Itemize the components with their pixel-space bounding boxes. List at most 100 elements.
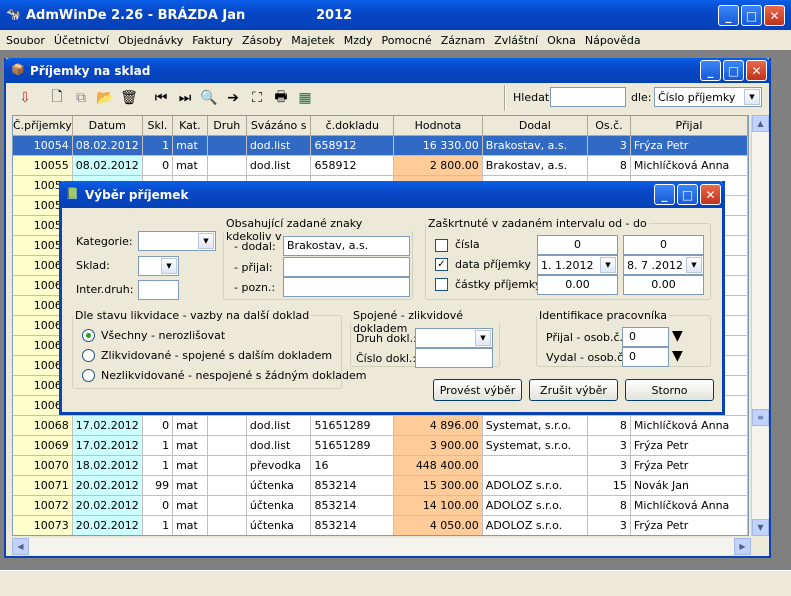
maximize-button[interactable]: □	[741, 5, 762, 26]
apply-filter-button[interactable]: Provést výběr	[433, 379, 522, 401]
col-header[interactable]: Přijal	[630, 116, 748, 136]
cisla-from-input[interactable]: 0	[537, 235, 618, 255]
cisla-to-input[interactable]: 0	[623, 235, 704, 255]
child-close-button[interactable]: ✕	[746, 60, 767, 81]
data-checkbox[interactable]: ✓	[435, 258, 448, 271]
scroll-right-icon[interactable]: ▶	[734, 538, 751, 555]
table-row[interactable]: 10071 20.02.2012 99 mat účtenka 853214 15 300.…	[13, 475, 748, 496]
dialog-close-button[interactable]: ✕	[700, 184, 721, 205]
table-row[interactable]: 10055 08.02.2012 0 mat dod.list 658912 2 800.0…	[13, 155, 748, 176]
vydal-os-label: Vydal - osob.č.:	[546, 351, 631, 364]
scroll-left-icon[interactable]: ◀	[12, 538, 29, 555]
vydal-os-input[interactable]: 0	[622, 347, 669, 367]
chevron-down-icon[interactable]: ▼	[161, 258, 177, 274]
search-icon[interactable]: 🔍	[198, 87, 220, 109]
child-minimize-button[interactable]: _	[700, 60, 721, 81]
cislo-dokl-input[interactable]	[415, 348, 493, 368]
menu-zaznam[interactable]: Záznam	[441, 34, 485, 47]
table-row[interactable]: 10072 20.02.2012 0 mat účtenka 853214 14 100.0…	[13, 495, 748, 516]
receipts-titlebar[interactable]: 📦 Příjemky na sklad _ □ ✕	[4, 58, 771, 83]
table-row[interactable]: 10068 17.02.2012 0 mat dod.list 51651289 4 896…	[13, 415, 748, 436]
druh-dokl-select[interactable]: ▼	[415, 328, 493, 348]
col-header[interactable]: Dodal	[482, 116, 588, 136]
first-record-icon[interactable]: ⏮	[150, 87, 172, 109]
menu-faktury[interactable]: Faktury	[192, 34, 233, 47]
vertical-scrollbar[interactable]: ▲ ≡ ▼	[751, 115, 769, 536]
menu-pomocne[interactable]: Pomocné	[382, 34, 432, 47]
col-header[interactable]: Skl.	[142, 116, 174, 136]
col-header[interactable]: Kat.	[172, 116, 208, 136]
chevron-down-icon[interactable]: ▼	[600, 257, 616, 273]
menu-napoveda[interactable]: Nápověda	[585, 34, 641, 47]
vydal-os-spin-icon[interactable]: ▼	[672, 348, 687, 365]
dialog-minimize-button[interactable]: _	[654, 184, 675, 205]
col-header[interactable]: Svázáno s	[246, 116, 312, 136]
menu-objednavky[interactable]: Objednávky	[118, 34, 183, 47]
delete-icon[interactable]: 🗑	[118, 87, 140, 109]
cancel-button[interactable]: Storno	[625, 379, 714, 401]
dialog-titlebar[interactable]: 📗 Výběr příjemek _ □ ✕	[59, 181, 725, 208]
dodal-input[interactable]: Brakostav, a.s.	[283, 236, 410, 256]
prijal-input[interactable]	[283, 257, 410, 277]
menu-ucetnictvi[interactable]: Účetnictví	[54, 34, 109, 47]
radio-unliquidated[interactable]	[82, 369, 95, 382]
table-row[interactable]: 10054 08.02.2012 1 mat dod.list 658912 16 330.…	[13, 135, 748, 156]
horizontal-scrollbar[interactable]: ◀ ▶	[12, 538, 751, 555]
chevron-down-icon[interactable]: ▼	[198, 233, 214, 249]
data-to-input[interactable]: 8. 7 .2012 ▼	[623, 255, 704, 275]
chevron-down-icon[interactable]: ▼	[475, 330, 491, 346]
sklad-select[interactable]: ▼	[138, 256, 179, 276]
prijal-os-spin-icon[interactable]: ▼	[672, 328, 687, 345]
chevron-down-icon[interactable]: ▼	[686, 257, 702, 273]
menu-mzdy[interactable]: Mzdy	[344, 34, 373, 47]
castky-checkbox[interactable]	[435, 278, 448, 291]
castky-from-input[interactable]: 0.00	[537, 275, 618, 295]
export-excel-icon[interactable]: ▦	[294, 87, 316, 109]
scroll-up-icon[interactable]: ▲	[752, 115, 769, 132]
cisla-checkbox[interactable]	[435, 239, 448, 252]
child-maximize-button[interactable]: □	[723, 60, 744, 81]
goto-arrow-icon[interactable]: ➔	[222, 87, 244, 109]
chevron-down-icon[interactable]: ▼	[744, 89, 760, 105]
col-header[interactable]: č.dokladu	[310, 116, 395, 136]
open-folder-icon[interactable]: 📂	[94, 87, 116, 109]
scroll-down-icon[interactable]: ▼	[752, 519, 769, 536]
castky-to-input[interactable]: 0.00	[623, 275, 704, 295]
last-record-icon[interactable]: ⏭	[174, 87, 196, 109]
interdruh-input[interactable]	[138, 280, 179, 300]
kategorie-select[interactable]: ▼	[138, 231, 216, 251]
prijal-os-input[interactable]: 0	[622, 327, 669, 347]
pozn-input[interactable]	[283, 277, 410, 297]
col-header[interactable]: Datum	[72, 116, 143, 136]
menu-zasoby[interactable]: Zásoby	[242, 34, 282, 47]
print-icon[interactable]: 🖶	[270, 87, 292, 109]
table-row[interactable]: 10073 20.02.2012 1 mat účtenka 853214 4 050.00…	[13, 515, 748, 535]
menu-okna[interactable]: Okna	[547, 34, 576, 47]
col-header[interactable]: Č.příjemky	[13, 116, 73, 136]
table-row[interactable]: 10069 17.02.2012 1 mat dod.list 51651289 3 900…	[13, 435, 748, 456]
clear-filter-button[interactable]: Zrušit výběr	[529, 379, 618, 401]
select-range-icon[interactable]: ⛶	[246, 87, 268, 109]
import-icon[interactable]: ⇩	[14, 87, 36, 109]
col-header[interactable]: Hodnota	[393, 116, 483, 136]
col-header[interactable]: Os.č.	[587, 116, 631, 136]
search-input[interactable]	[550, 87, 626, 107]
search-by-select[interactable]: Číslo příjemky ▼	[654, 87, 762, 107]
scroll-thumb[interactable]: ≡	[752, 409, 769, 426]
data-from-input[interactable]: 1. 1.2012 ▼	[537, 255, 618, 275]
table-cell: 3	[587, 435, 631, 456]
close-button[interactable]: ✕	[764, 5, 785, 26]
dialog-maximize-button[interactable]: □	[677, 184, 698, 205]
menu-majetek[interactable]: Majetek	[291, 34, 335, 47]
radio-all[interactable]	[82, 329, 95, 342]
col-header[interactable]: Druh	[207, 116, 247, 136]
radio-liquidated[interactable]	[82, 349, 95, 362]
minimize-button[interactable]: _	[718, 5, 739, 26]
table-cell: převodka	[246, 455, 312, 476]
app-titlebar[interactable]: 🐄 AdmWinDe 2.26 - BRÁZDA Jan 2012 _ □ ✕	[0, 0, 791, 30]
menu-zvlastni[interactable]: Zvláštní	[494, 34, 538, 47]
menu-soubor[interactable]: Soubor	[6, 34, 45, 47]
table-row[interactable]: 10070 18.02.2012 1 mat převodka 16 448 400.00 3…	[13, 455, 748, 476]
copy-icon[interactable]: ⧉	[70, 87, 92, 109]
new-document-icon[interactable]: 🗋	[46, 87, 68, 109]
